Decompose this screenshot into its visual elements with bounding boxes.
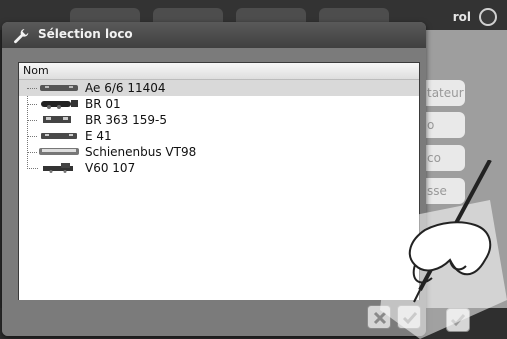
- list-item[interactable]: BR 363 159-5: [19, 112, 419, 128]
- list-item[interactable]: V60 107: [19, 158, 419, 176]
- hand-stylus-illustration: [380, 160, 507, 339]
- loco-selection-dialog: Sélection loco Nom Ae 6/6 11404 BR 01 BR…: [2, 22, 426, 336]
- loco-name: Schienenbus VT98: [85, 145, 197, 159]
- railbus-icon: [39, 148, 79, 155]
- locomotive-icon: [40, 85, 78, 91]
- dialog-header: Sélection loco: [2, 22, 426, 48]
- locomotive-icon: [41, 133, 77, 139]
- background-button[interactable]: tateur: [425, 80, 465, 106]
- tree-branch: [27, 152, 37, 153]
- tree-branch: [27, 88, 37, 89]
- tree-branch: [27, 120, 37, 121]
- dialog-footer: [2, 300, 426, 336]
- control-label: rol: [452, 10, 471, 24]
- background-button[interactable]: o: [425, 112, 465, 138]
- column-header-label: Nom: [23, 64, 49, 77]
- list-item[interactable]: BR 01: [19, 96, 419, 112]
- locomotive-icon: [43, 116, 71, 123]
- column-header-name[interactable]: Nom: [19, 63, 419, 80]
- tree-branch: [27, 136, 37, 137]
- loco-name: V60 107: [85, 161, 136, 175]
- list-item[interactable]: Ae 6/6 11404: [19, 80, 419, 96]
- loco-name: BR 01: [85, 97, 121, 111]
- loco-name: E 41: [85, 129, 112, 143]
- tree-branch: [27, 104, 37, 105]
- locomotive-icon: [41, 100, 78, 109]
- power-icon[interactable]: [479, 8, 497, 26]
- list-item[interactable]: E 41: [19, 128, 419, 144]
- loco-name: BR 363 159-5: [85, 113, 167, 127]
- dialog-title: Sélection loco: [38, 27, 133, 41]
- wrench-icon: [14, 29, 29, 44]
- list-item[interactable]: Schienenbus VT98: [19, 144, 419, 160]
- locomotive-icon: [43, 163, 73, 173]
- loco-list[interactable]: Nom Ae 6/6 11404 BR 01 BR 363 159-5 E 41…: [18, 62, 420, 304]
- loco-name: Ae 6/6 11404: [85, 81, 166, 95]
